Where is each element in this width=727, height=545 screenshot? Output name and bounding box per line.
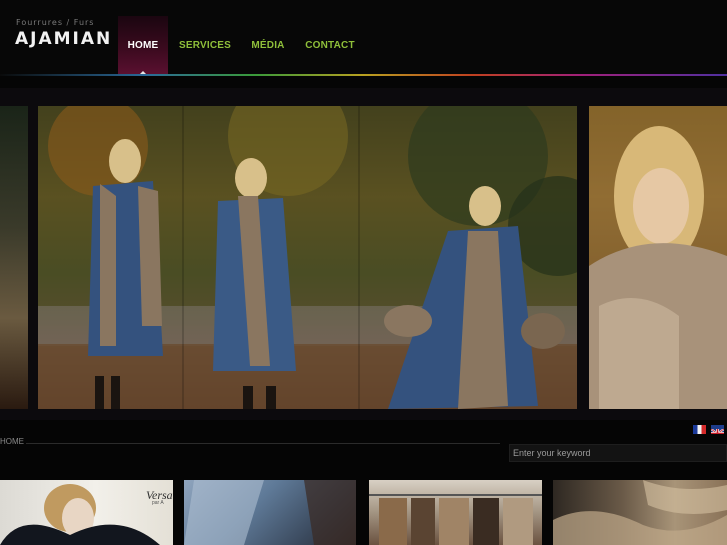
logo-tagline: Fourrures / Furs: [16, 18, 95, 27]
nav-services[interactable]: SERVICES: [168, 16, 242, 74]
thumbnail-denim-fur[interactable]: [184, 480, 356, 545]
thumbnail-subcaption: par A: [152, 500, 164, 506]
thumbnail-fur-detail[interactable]: [553, 480, 727, 545]
breadcrumb[interactable]: HOME: [0, 437, 24, 446]
france-flag-icon[interactable]: [693, 425, 706, 434]
uk-flag-graphic: [711, 428, 724, 434]
thumbnail-versace[interactable]: Versa par A: [0, 480, 173, 545]
uk-flag-icon[interactable]: [711, 425, 724, 434]
model-portrait-photo: [589, 106, 727, 409]
breadcrumb-divider: [26, 443, 500, 444]
header-divider: [0, 74, 727, 76]
slide-previous[interactable]: [0, 106, 28, 409]
site-header: Fourrures / Furs AJAMIAN HOME SERVICES M…: [0, 0, 727, 76]
slide-next[interactable]: [589, 106, 727, 409]
fur-coat-models-photo: [38, 106, 577, 409]
thumbnail-image: [184, 480, 356, 545]
main-nav: HOME SERVICES MÉDIA CONTACT: [118, 16, 366, 75]
nav-home[interactable]: HOME: [118, 16, 168, 75]
thumbnail-image: [369, 494, 542, 545]
thumbnail-image: [553, 480, 727, 545]
thumbnail-fur-rack[interactable]: [369, 480, 542, 545]
search-input[interactable]: [509, 444, 727, 462]
nav-contact[interactable]: CONTACT: [294, 16, 366, 74]
slide-current-image[interactable]: [38, 106, 577, 409]
nav-media[interactable]: MÉDIA: [242, 16, 294, 74]
logo[interactable]: AJAMIAN: [15, 29, 112, 49]
